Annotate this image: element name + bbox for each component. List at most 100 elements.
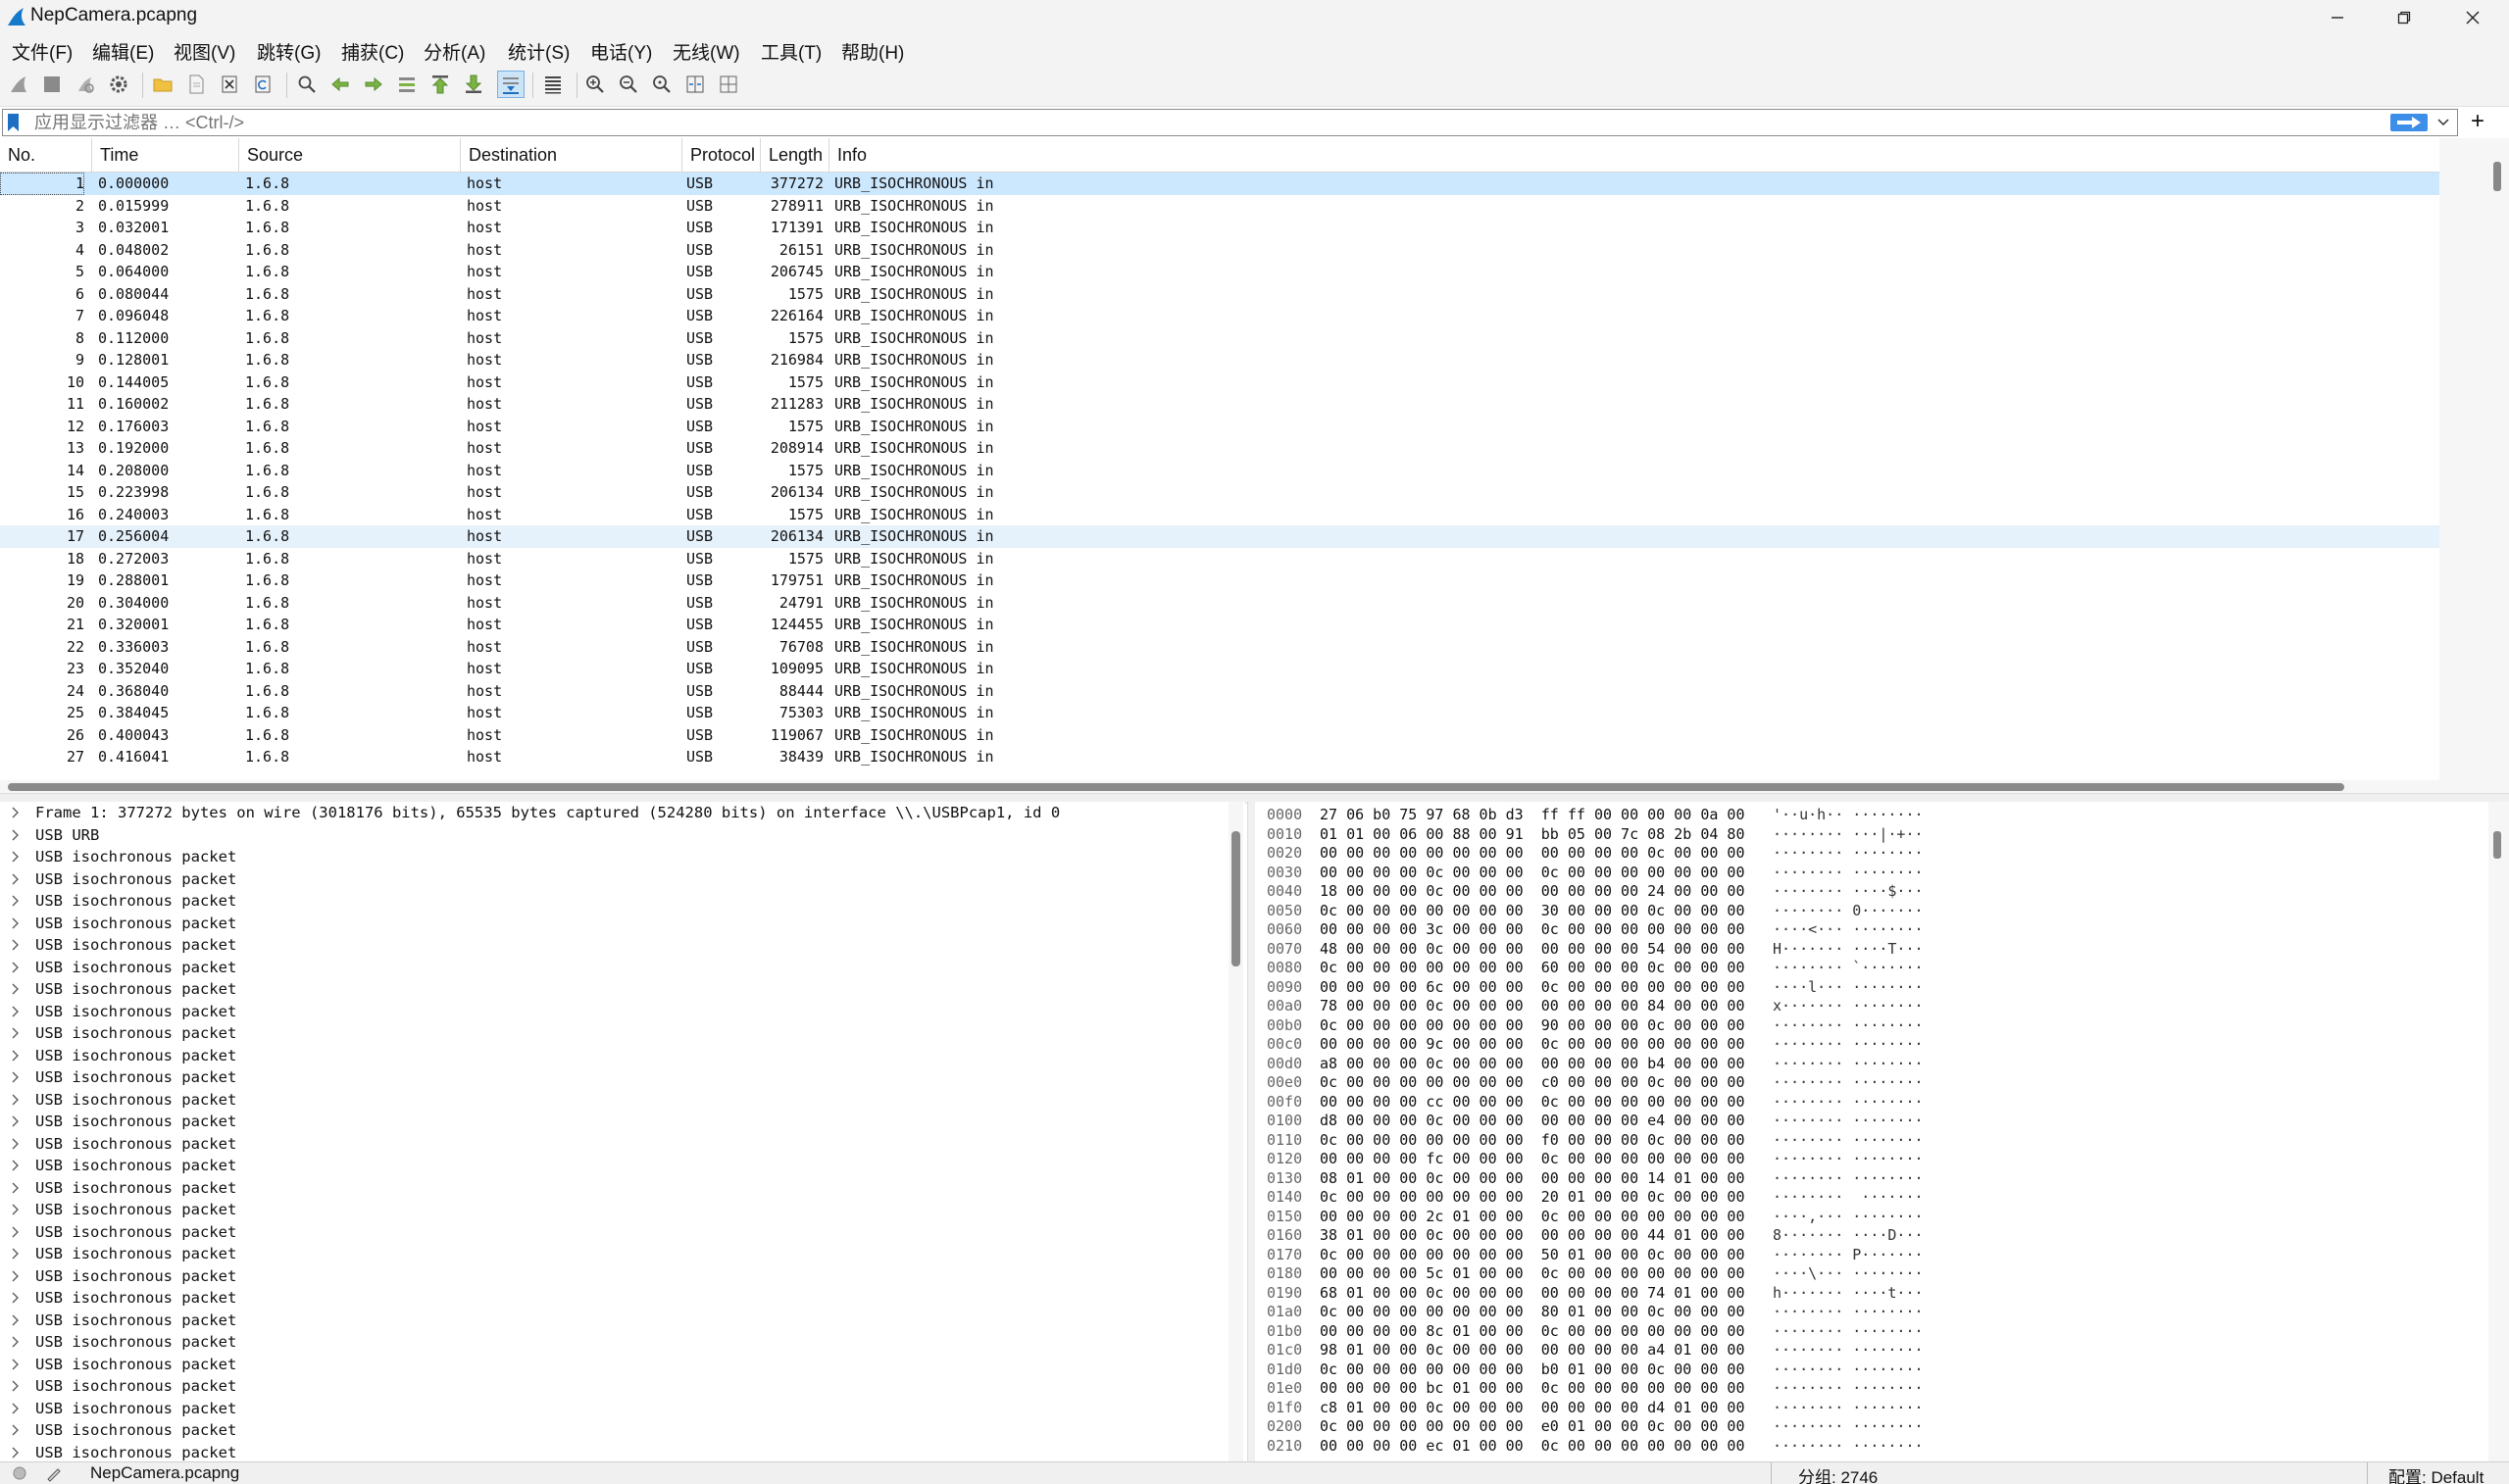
packet-row[interactable]: 22 0.336003 1.6.8 host USB 76708 URB_ISOCHRONO… <box>0 636 2439 659</box>
menu-tools[interactable]: 工具(T) <box>761 38 822 65</box>
chevron-right-icon[interactable] <box>12 1133 22 1156</box>
packet-row[interactable]: 8 0.112000 1.6.8 host USB 1575 URB_ISOCHRONOUS… <box>0 327 2439 350</box>
menu-telephony[interactable]: 电话(Y) <box>590 38 652 65</box>
ready-status-icon[interactable] <box>12 1465 27 1481</box>
filter-history-dropdown[interactable] <box>2435 114 2451 131</box>
chevron-right-icon[interactable] <box>12 1155 22 1177</box>
chevron-right-icon[interactable] <box>12 1243 22 1265</box>
display-filter-input[interactable] <box>34 111 2387 134</box>
apply-filter-button[interactable] <box>2390 114 2428 131</box>
packet-row[interactable]: 18 0.272003 1.6.8 host USB 1575 URB_ISOCHRONOU… <box>0 548 2439 570</box>
layout-button[interactable] <box>715 71 742 98</box>
chevron-right-icon[interactable] <box>12 978 22 1001</box>
menu-wireless[interactable]: 无线(W) <box>673 38 740 65</box>
menu-file[interactable]: 文件(F) <box>12 38 73 65</box>
packet-row[interactable]: 11 0.160002 1.6.8 host USB 211283 URB_ISOCHRON… <box>0 393 2439 416</box>
chevron-right-icon[interactable] <box>12 846 22 868</box>
chevron-right-icon[interactable] <box>12 824 22 847</box>
chevron-right-icon[interactable] <box>12 1066 22 1089</box>
minimize-button[interactable] <box>2302 0 2373 35</box>
chevron-right-icon[interactable] <box>12 802 22 824</box>
resize-columns-button[interactable] <box>681 71 709 98</box>
chevron-right-icon[interactable] <box>12 1375 22 1398</box>
colorize-button[interactable] <box>539 71 567 98</box>
packet-row[interactable]: 6 0.080044 1.6.8 host USB 1575 URB_ISOCHRONOUS… <box>0 283 2439 306</box>
packet-row[interactable]: 3 0.032001 1.6.8 host USB 171391 URB_ISOCHRONO… <box>0 217 2439 239</box>
packet-row[interactable]: 19 0.288001 1.6.8 host USB 179751 URB_ISOCHRON… <box>0 569 2439 592</box>
packet-row[interactable]: 24 0.368040 1.6.8 host USB 88444 URB_ISOCHRONO… <box>0 680 2439 703</box>
packet-list-horizontal-scrollbar[interactable] <box>0 780 2439 793</box>
column-header-source[interactable]: Source <box>239 138 461 172</box>
bytes-scroll-thumb[interactable] <box>2493 831 2501 859</box>
column-header-destination[interactable]: Destination <box>461 138 682 172</box>
packet-row[interactable]: 1 0.000000 1.6.8 host USB 377272 URB_ISOCHRONO… <box>0 173 2439 195</box>
packet-row[interactable]: 26 0.400043 1.6.8 host USB 119067 URB_ISOCHRON… <box>0 724 2439 747</box>
chevron-right-icon[interactable] <box>12 1022 22 1045</box>
chevron-right-icon[interactable] <box>12 1111 22 1133</box>
chevron-right-icon[interactable] <box>12 934 22 957</box>
chevron-right-icon[interactable] <box>12 1089 22 1112</box>
chevron-right-icon[interactable] <box>12 1265 22 1288</box>
menu-edit[interactable]: 编辑(E) <box>92 38 154 65</box>
chevron-right-icon[interactable] <box>12 1177 22 1200</box>
chevron-right-icon[interactable] <box>12 957 22 979</box>
open-file-button[interactable] <box>149 71 176 98</box>
chevron-right-icon[interactable] <box>12 1442 22 1462</box>
packet-row[interactable]: 21 0.320001 1.6.8 host USB 124455 URB_ISOCHRON… <box>0 614 2439 636</box>
packet-list-scroll-thumb[interactable] <box>2493 162 2501 191</box>
chevron-right-icon[interactable] <box>12 1310 22 1332</box>
zoom-in-button[interactable] <box>581 71 609 98</box>
packet-row[interactable]: 16 0.240003 1.6.8 host USB 1575 URB_ISOCHRONOU… <box>0 504 2439 526</box>
menu-analyze[interactable]: 分析(A) <box>424 38 485 65</box>
column-header-time[interactable]: Time <box>92 138 239 172</box>
menu-statistics[interactable]: 统计(S) <box>508 38 570 65</box>
packet-row[interactable]: 17 0.256004 1.6.8 host USB 206134 URB_ISOCHRON… <box>0 525 2439 548</box>
status-profile[interactable]: 配置: Default <box>2388 1463 2484 1484</box>
chevron-right-icon[interactable] <box>12 913 22 935</box>
chevron-right-icon[interactable] <box>12 1354 22 1376</box>
chevron-right-icon[interactable] <box>12 890 22 913</box>
packet-list-hscroll-thumb[interactable] <box>8 783 2344 791</box>
go-back-button[interactable] <box>326 71 354 98</box>
chevron-right-icon[interactable] <box>12 1331 22 1354</box>
chevron-right-icon[interactable] <box>12 1045 22 1067</box>
menu-view[interactable]: 视图(V) <box>174 38 235 65</box>
packet-row[interactable]: 7 0.096048 1.6.8 host USB 226164 URB_ISOCHRONO… <box>0 305 2439 327</box>
column-header-protocol[interactable]: Protocol <box>682 138 761 172</box>
bookmark-icon[interactable] <box>6 113 21 132</box>
column-header-length[interactable]: Length <box>761 138 829 172</box>
close-button[interactable] <box>2437 0 2508 35</box>
menu-help[interactable]: 帮助(H) <box>841 38 904 65</box>
reload-file-button[interactable] <box>249 71 276 98</box>
stop-capture-button[interactable] <box>38 71 66 98</box>
packet-row[interactable]: 4 0.048002 1.6.8 host USB 26151 URB_ISOCHRONOU… <box>0 239 2439 262</box>
autoscroll-toggle[interactable] <box>497 71 525 98</box>
packet-row[interactable]: 12 0.176003 1.6.8 host USB 1575 URB_ISOCHRONOU… <box>0 416 2439 438</box>
maximize-button[interactable] <box>2369 0 2439 35</box>
go-to-packet-button[interactable] <box>393 71 421 98</box>
packet-row[interactable]: 25 0.384045 1.6.8 host USB 75303 URB_ISOCHRONO… <box>0 702 2439 724</box>
packet-row[interactable]: 10 0.144005 1.6.8 host USB 1575 URB_ISOCHRONOU… <box>0 371 2439 394</box>
chevron-right-icon[interactable] <box>12 1419 22 1442</box>
column-header-no[interactable]: No. <box>0 138 92 172</box>
chevron-right-icon[interactable] <box>12 1398 22 1420</box>
packet-row[interactable]: 13 0.192000 1.6.8 host USB 208914 URB_ISOCHRON… <box>0 437 2439 460</box>
add-filter-button[interactable]: + <box>2463 108 2492 134</box>
close-file-button[interactable] <box>216 71 243 98</box>
chevron-right-icon[interactable] <box>12 868 22 891</box>
chevron-right-icon[interactable] <box>12 1199 22 1221</box>
packet-row[interactable]: 20 0.304000 1.6.8 host USB 24791 URB_ISOCHRONO… <box>0 592 2439 615</box>
packet-row[interactable]: 5 0.064000 1.6.8 host USB 206745 URB_ISOCHRONO… <box>0 261 2439 283</box>
restart-capture-button[interactable] <box>72 71 99 98</box>
column-header-info[interactable]: Info <box>829 138 2439 172</box>
menu-go[interactable]: 跳转(G) <box>257 38 321 65</box>
bytes-vertical-scrollbar[interactable] <box>2488 802 2509 1461</box>
zoom-out-button[interactable] <box>615 71 642 98</box>
go-forward-button[interactable] <box>360 71 387 98</box>
go-first-packet-button[interactable] <box>427 71 454 98</box>
edit-comment-icon[interactable] <box>45 1464 63 1482</box>
packet-row[interactable]: 2 0.015999 1.6.8 host USB 278911 URB_ISOCHRONO… <box>0 195 2439 218</box>
packet-row[interactable]: 9 0.128001 1.6.8 host USB 216984 URB_ISOCHRONO… <box>0 349 2439 371</box>
chevron-right-icon[interactable] <box>12 1221 22 1244</box>
menu-capture[interactable]: 捕获(C) <box>341 38 404 65</box>
